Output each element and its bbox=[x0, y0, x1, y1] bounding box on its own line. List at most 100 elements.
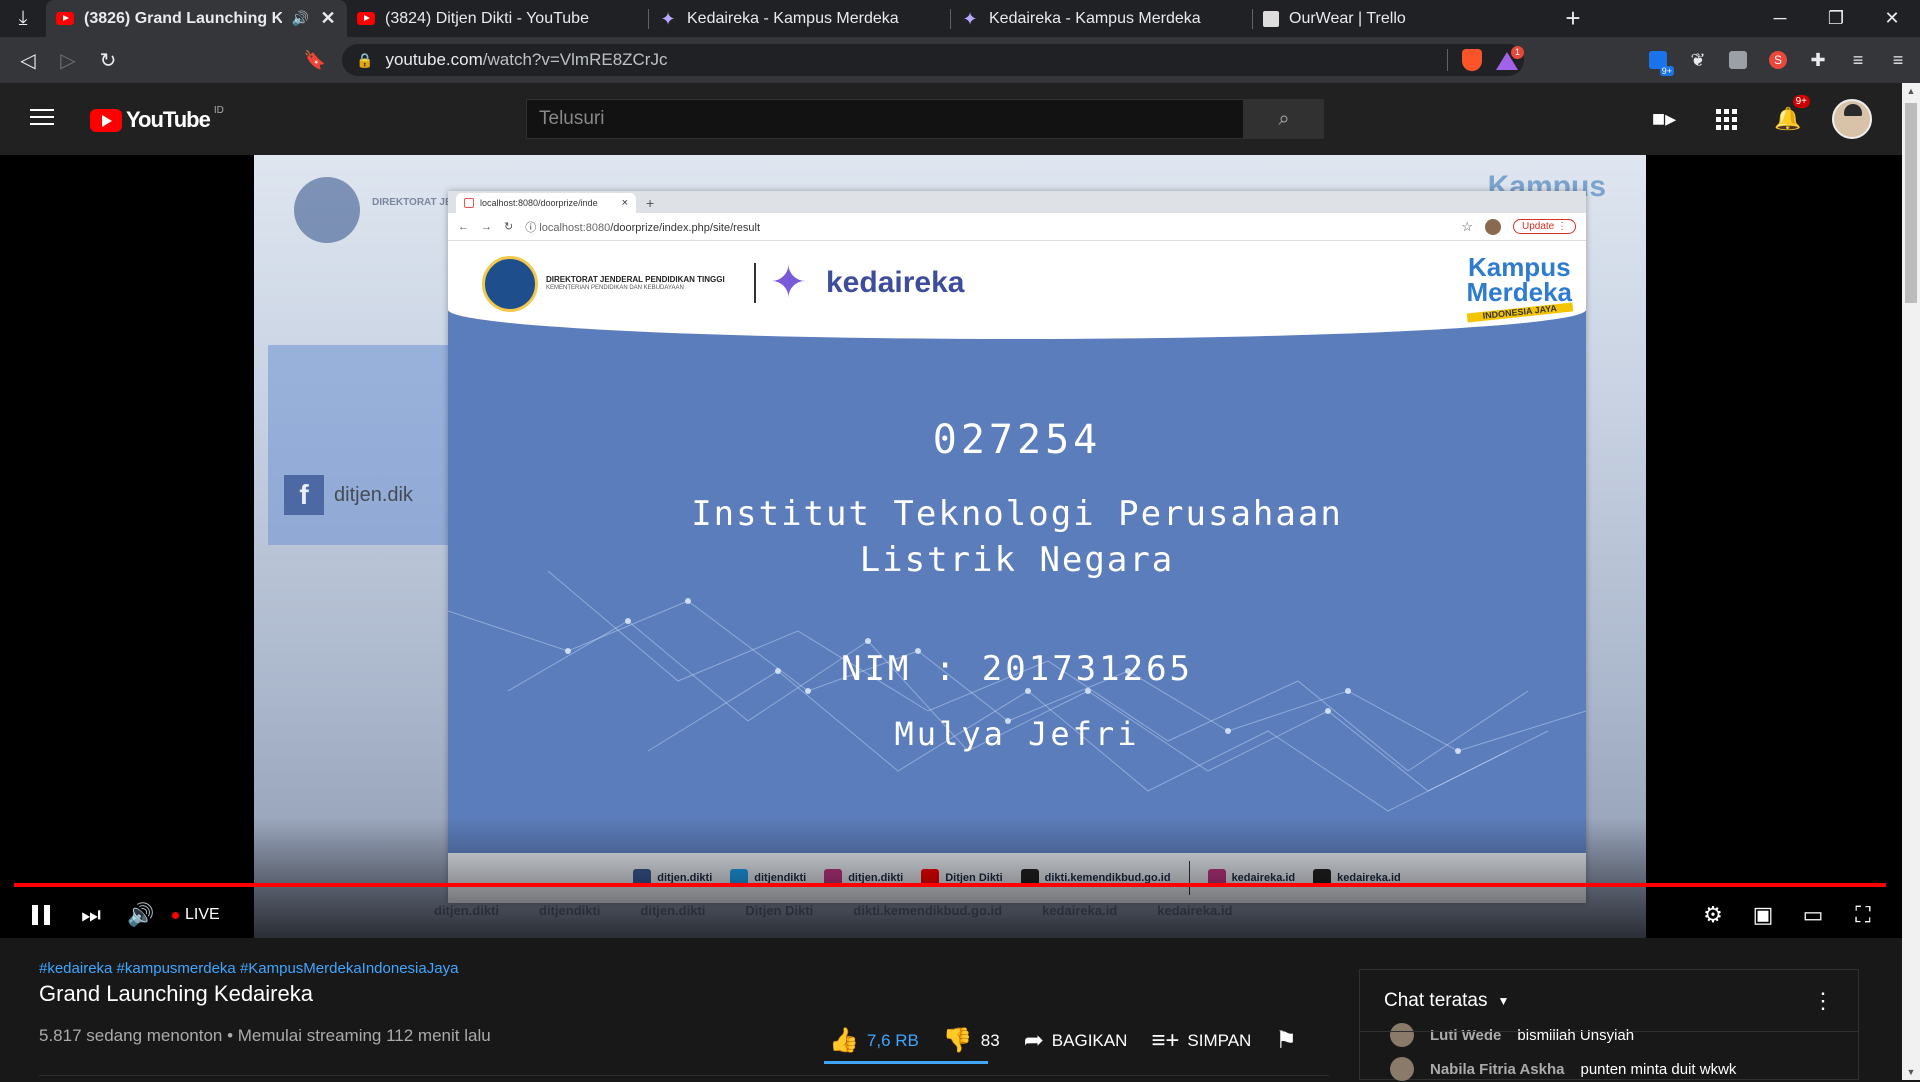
tab-title: Kedaireka - Kampus Merdeka bbox=[687, 9, 899, 27]
inner-page-header: DIREKTORAT JENDERAL PENDIDIKAN TINGGI KE… bbox=[448, 241, 1586, 339]
audio-playing-icon[interactable]: 🔊 bbox=[292, 10, 309, 27]
browser-menu-icon[interactable]: ≡ bbox=[1882, 44, 1914, 76]
rewards-badge: 1 bbox=[1511, 46, 1524, 59]
volume-button[interactable]: 🔊 bbox=[116, 895, 166, 935]
live-chat: Chat teratas ▼ ⋮ Luti Wede bismillah Uns… bbox=[1359, 969, 1859, 1082]
inner-tab: localhost:8080/doorprize/inde × bbox=[456, 193, 636, 213]
url-text[interactable]: youtube.com/watch?v=VlmRE8ZCrJc bbox=[385, 50, 667, 70]
thumbs-down-icon: 👎 bbox=[942, 1027, 973, 1054]
youtube-favicon-icon bbox=[56, 12, 74, 25]
reload-icon[interactable]: ↻ bbox=[88, 37, 128, 83]
extensions-puzzle-icon[interactable]: ✚ bbox=[1802, 44, 1834, 76]
fullscreen-button[interactable]: ⛶ bbox=[1838, 895, 1888, 935]
hamburger-menu-icon[interactable] bbox=[30, 109, 54, 129]
share-arrow-icon: ➦ bbox=[1023, 1027, 1044, 1054]
video-title: Grand Launching Kedaireka bbox=[39, 981, 313, 1006]
chat-avatar bbox=[1390, 1057, 1414, 1081]
notifications-bell-icon[interactable]: 🔔 9+ bbox=[1770, 95, 1810, 137]
brave-rewards-icon[interactable]: 1 bbox=[1496, 46, 1524, 70]
download-icon[interactable]: ⤓ bbox=[0, 0, 46, 37]
live-progress-bar[interactable] bbox=[14, 883, 1886, 887]
miniplayer-icon: ▣ bbox=[1752, 902, 1774, 927]
more-options-icon[interactable]: ⋮ bbox=[1812, 988, 1834, 1014]
dislike-button[interactable]: 👎 83 bbox=[943, 1026, 1000, 1055]
report-button[interactable]: ⚑ bbox=[1275, 1026, 1297, 1055]
next-button[interactable]: ⏭ bbox=[66, 895, 116, 935]
tut-wuri-logo bbox=[482, 256, 538, 312]
direktorat-label: DIREKTORAT JENDERAL PENDIDIKAN TINGGI KE… bbox=[546, 275, 725, 291]
lock-icon[interactable]: 🔒 bbox=[356, 52, 373, 69]
user-avatar[interactable] bbox=[1832, 99, 1872, 139]
browser-toolbar: ◁ ▷ ↻ 🔖 🔒 youtube.com/watch?v=VlmRE8ZCrJ… bbox=[0, 37, 1920, 83]
search-input[interactable] bbox=[526, 99, 1244, 139]
search-button[interactable]: ⌕ bbox=[1244, 99, 1324, 139]
kedaireka-favicon-icon: ✦ bbox=[660, 8, 676, 29]
miniplayer-button[interactable]: ▣ bbox=[1738, 895, 1788, 935]
youtube-play-logo-icon bbox=[90, 108, 122, 132]
doorprize-number: 027254 bbox=[932, 417, 1102, 463]
youtube-favicon-icon bbox=[357, 12, 375, 25]
screen-shared-browser: localhost:8080/doorprize/inde × + ← → ↻ … bbox=[448, 191, 1586, 903]
restore-icon[interactable]: ❐ bbox=[1808, 0, 1864, 37]
background-direktorat-text: DIREKTORAT JE bbox=[372, 197, 452, 208]
inner-profile-avatar bbox=[1484, 218, 1501, 235]
like-ratio-bar bbox=[824, 1061, 988, 1064]
header-divider bbox=[754, 263, 756, 303]
theater-mode-button[interactable]: ▭ bbox=[1788, 895, 1838, 935]
share-button[interactable]: ➦ BAGIKAN bbox=[1024, 1026, 1128, 1055]
extension-badge: 9+ bbox=[1659, 66, 1674, 76]
inner-star-icon: ☆ bbox=[1461, 218, 1473, 234]
tab-close-icon[interactable]: ✕ bbox=[319, 8, 337, 29]
scroll-up-icon[interactable]: ▲ bbox=[1902, 83, 1920, 99]
divider bbox=[39, 1075, 1329, 1076]
background-facebook-label: f ditjen.dik bbox=[284, 475, 444, 515]
inner-tab-close-icon: × bbox=[621, 197, 628, 209]
tab-kedaireka-1[interactable]: ✦ Kedaireka - Kampus Merdeka bbox=[649, 0, 950, 37]
bookmark-icon[interactable]: 🔖 bbox=[300, 37, 330, 83]
trello-favicon-icon bbox=[1263, 10, 1279, 27]
tab-title: (3824) Ditjen Dikti - YouTube bbox=[385, 9, 589, 27]
tab-trello[interactable]: OurWear | Trello bbox=[1253, 0, 1553, 37]
tab-grand-launching[interactable]: (3826) Grand Launching Keda 🔊 ✕ bbox=[46, 0, 347, 37]
live-indicator[interactable]: LIVE bbox=[172, 906, 220, 924]
chat-header[interactable]: Chat teratas ▼ ⋮ bbox=[1360, 970, 1858, 1032]
save-button[interactable]: ≡+ SIMPAN bbox=[1151, 1027, 1251, 1055]
pause-button[interactable] bbox=[16, 895, 66, 935]
address-bar[interactable]: 🔒 youtube.com/watch?v=VlmRE8ZCrJc 1 bbox=[342, 44, 1524, 76]
extensions-row: 9+ ❦ S ✚ ≡ ≡ bbox=[1642, 37, 1914, 83]
media-control-icon[interactable]: ≡ bbox=[1842, 44, 1874, 76]
like-button[interactable]: 👍 7,6 RB bbox=[829, 1026, 919, 1055]
video-hashtags[interactable]: #kedaireka #kampusmerdeka #KampusMerdeka… bbox=[39, 960, 1329, 977]
back-icon[interactable]: ◁ bbox=[8, 37, 48, 83]
new-tab-button[interactable]: + bbox=[1553, 0, 1593, 37]
scrollbar-thumb[interactable] bbox=[1905, 103, 1917, 303]
youtube-wordmark: YouTube bbox=[126, 107, 211, 132]
tab-title: Kedaireka - Kampus Merdeka bbox=[989, 9, 1201, 27]
minimize-icon[interactable]: ─ bbox=[1752, 0, 1808, 37]
youtube-logo[interactable]: YouTube ID bbox=[90, 105, 224, 133]
tab-kedaireka-2[interactable]: ✦ Kedaireka - Kampus Merdeka bbox=[951, 0, 1252, 37]
kedaireka-favicon-icon: ✦ bbox=[962, 8, 978, 29]
close-window-icon[interactable]: ✕ bbox=[1864, 0, 1920, 37]
forward-icon[interactable]: ▷ bbox=[48, 37, 88, 83]
brave-shields-icon[interactable] bbox=[1462, 49, 1482, 71]
nim-label: NIM : 201731265 bbox=[840, 649, 1194, 689]
chat-message: Nabila Fitria Askha punten minta duit wk… bbox=[1360, 1056, 1858, 1082]
scroll-down-icon[interactable]: ▼ bbox=[1902, 1064, 1920, 1080]
extension-blue-icon[interactable]: 9+ bbox=[1642, 44, 1674, 76]
create-video-icon[interactable]: ■▸ bbox=[1646, 101, 1682, 137]
extension-leaf-icon[interactable]: ❦ bbox=[1682, 44, 1714, 76]
settings-button[interactable]: ⚙ bbox=[1688, 895, 1738, 935]
apps-grid-icon[interactable] bbox=[1708, 101, 1744, 137]
video-player[interactable]: DIREKTORAT JE Kampus f ditjen.dik ditjen… bbox=[0, 155, 1902, 938]
inner-forward-icon: → bbox=[481, 220, 492, 233]
theater-icon: ▭ bbox=[1802, 902, 1824, 927]
kedaireka-logo: ✦ kedaireka bbox=[770, 258, 965, 307]
player-controls: ⏭ 🔊 LIVE ⚙ ▣ ▭ ⛶ bbox=[0, 895, 1902, 935]
notification-badge: 9+ bbox=[1792, 95, 1810, 108]
page-scrollbar[interactable]: ▲ ▼ bbox=[1902, 83, 1920, 1080]
extension-s-icon[interactable]: S bbox=[1762, 44, 1794, 76]
chevron-down-icon[interactable]: ▼ bbox=[1498, 994, 1510, 1008]
tab-ditjen-dikti[interactable]: (3824) Ditjen Dikti - YouTube bbox=[347, 0, 648, 37]
extension-gray-icon[interactable] bbox=[1722, 44, 1754, 76]
